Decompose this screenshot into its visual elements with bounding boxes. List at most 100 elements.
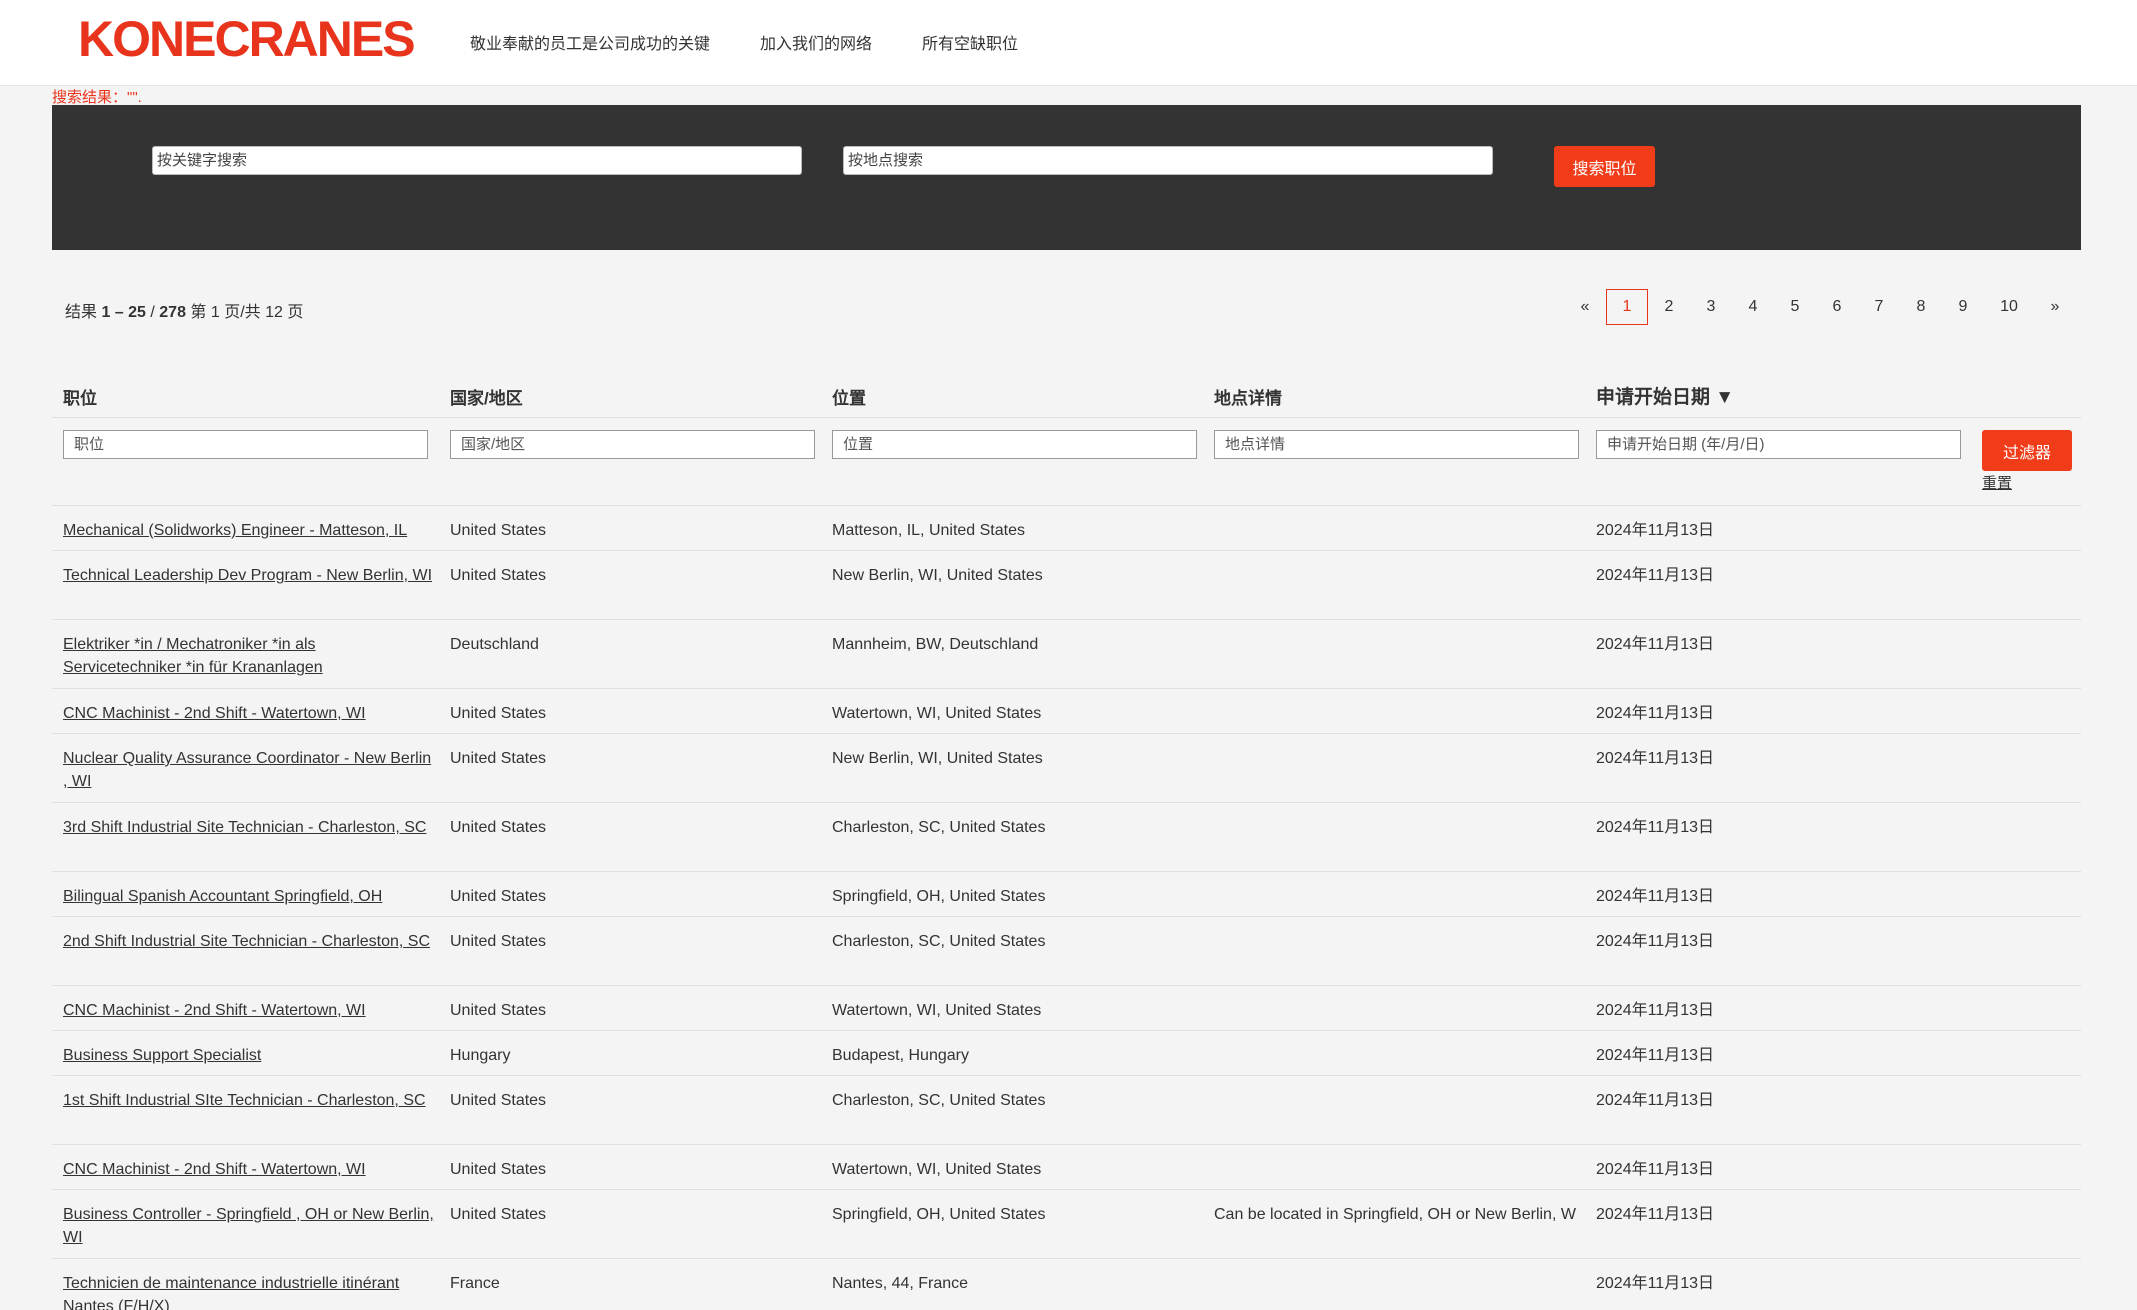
job-location: Mannheim, BW, Deutschland xyxy=(832,636,1039,653)
table-row: Technicien de maintenance industrielle i… xyxy=(52,1259,2081,1310)
pagination-prev[interactable]: « xyxy=(1570,289,1600,325)
job-start-date: 2024年11月13日 xyxy=(1596,933,1715,950)
job-location: Watertown, WI, United States xyxy=(832,705,1042,722)
summary-range: 1 – 25 xyxy=(101,304,146,321)
job-start-date: 2024年11月13日 xyxy=(1596,819,1715,836)
filter-button[interactable]: 过滤器 xyxy=(1982,430,2072,471)
pagination-page-8[interactable]: 8 xyxy=(1900,289,1942,325)
konecranes-logo[interactable]: KONECRANES xyxy=(78,14,416,64)
job-title-link[interactable]: CNC Machinist - 2nd Shift - Watertown, W… xyxy=(63,1158,438,1181)
job-title-link[interactable]: Nuclear Quality Assurance Coordinator - … xyxy=(63,747,438,793)
nav-item-employees[interactable]: 敬业奉献的员工是公司成功的关键 xyxy=(470,30,710,54)
job-country: United States xyxy=(450,888,547,905)
reset-link[interactable]: 重置 xyxy=(1982,472,2012,493)
job-title-link[interactable]: Technicien de maintenance industrielle i… xyxy=(63,1272,438,1310)
header-start-date-sorted[interactable]: 申请开始日期 ▼ xyxy=(1596,382,1896,409)
job-location: New Berlin, WI, United States xyxy=(832,750,1043,767)
header-country[interactable]: 国家/地区 xyxy=(450,384,810,409)
pagination-next[interactable]: » xyxy=(2034,289,2076,325)
location-search-input[interactable] xyxy=(843,146,1493,175)
job-country: United States xyxy=(450,933,547,950)
pagination-page-4[interactable]: 4 xyxy=(1732,289,1774,325)
nav-item-all-jobs[interactable]: 所有空缺职位 xyxy=(922,30,1018,54)
job-location-details: Can be located in Springfield, OH or New… xyxy=(1214,1206,1576,1223)
pagination-page-9[interactable]: 9 xyxy=(1942,289,1984,325)
search-jobs-button[interactable]: 搜索职位 xyxy=(1554,146,1655,187)
job-location: Springfield, OH, United States xyxy=(832,1206,1046,1223)
job-start-date: 2024年11月13日 xyxy=(1596,567,1715,584)
job-title-link[interactable]: CNC Machinist - 2nd Shift - Watertown, W… xyxy=(63,999,438,1022)
job-country: United States xyxy=(450,522,547,539)
job-country: France xyxy=(450,1275,500,1292)
job-title-link[interactable]: Technical Leadership Dev Program - New B… xyxy=(63,564,438,587)
job-title-link[interactable]: Mechanical (Solidworks) Engineer - Matte… xyxy=(63,519,438,542)
pagination-page-6[interactable]: 6 xyxy=(1816,289,1858,325)
pagination: « 1 2 3 4 5 6 7 8 9 10 » xyxy=(1570,289,2076,325)
summary-separator: / xyxy=(145,304,160,321)
job-location: Charleston, SC, United States xyxy=(832,1092,1046,1109)
job-country: United States xyxy=(450,705,547,722)
job-title-link[interactable]: 2nd Shift Industrial Site Technician - C… xyxy=(63,930,438,953)
table-header: 职位 国家/地区 位置 地点详情 申请开始日期 ▼ xyxy=(52,372,2081,418)
job-start-date: 2024年11月13日 xyxy=(1596,1161,1715,1178)
table-row: Nuclear Quality Assurance Coordinator - … xyxy=(52,734,2081,803)
job-start-date: 2024年11月13日 xyxy=(1596,1275,1715,1292)
job-start-date: 2024年11月13日 xyxy=(1596,1092,1715,1109)
job-country: Deutschland xyxy=(450,636,539,653)
job-country: United States xyxy=(450,1002,547,1019)
filter-location-input[interactable] xyxy=(832,430,1197,459)
filter-country-input[interactable] xyxy=(450,430,815,459)
table-row: Business Support Specialist Hungary Buda… xyxy=(52,1031,2081,1076)
job-country: Hungary xyxy=(450,1047,511,1064)
pagination-page-1[interactable]: 1 xyxy=(1606,289,1648,325)
job-title-link[interactable]: CNC Machinist - 2nd Shift - Watertown, W… xyxy=(63,702,438,725)
job-location: Springfield, OH, United States xyxy=(832,888,1046,905)
job-start-date: 2024年11月13日 xyxy=(1596,1047,1715,1064)
summary-total: 278 xyxy=(159,304,186,321)
pagination-page-3[interactable]: 3 xyxy=(1690,289,1732,325)
table-row: CNC Machinist - 2nd Shift - Watertown, W… xyxy=(52,986,2081,1031)
job-start-date: 2024年11月13日 xyxy=(1596,522,1715,539)
pagination-page-10[interactable]: 10 xyxy=(1984,289,2034,325)
jobs-table: 职位 国家/地区 位置 地点详情 申请开始日期 ▼ 过滤器 重置 Mechani… xyxy=(52,372,2081,1310)
table-row: CNC Machinist - 2nd Shift - Watertown, W… xyxy=(52,1145,2081,1190)
job-title-link[interactable]: Business Support Specialist xyxy=(63,1044,438,1067)
summary-prefix: 结果 xyxy=(65,304,102,321)
job-location: Charleston, SC, United States xyxy=(832,819,1046,836)
table-row: Elektriker *in / Mechatroniker *in als S… xyxy=(52,620,2081,689)
pagination-page-5[interactable]: 5 xyxy=(1774,289,1816,325)
job-start-date: 2024年11月13日 xyxy=(1596,750,1715,767)
job-country: United States xyxy=(450,1161,547,1178)
header-title[interactable]: 职位 xyxy=(63,384,438,409)
job-title-link[interactable]: Business Controller - Springfield , OH o… xyxy=(63,1203,438,1249)
job-title-link[interactable]: Bilingual Spanish Accountant Springfield… xyxy=(63,885,438,908)
keyword-search-input[interactable] xyxy=(152,146,802,175)
job-country: United States xyxy=(450,567,547,584)
filter-row: 过滤器 重置 xyxy=(52,418,2081,506)
search-results-note: 搜索结果："". xyxy=(52,89,142,106)
job-start-date: 2024年11月13日 xyxy=(1596,1206,1715,1223)
filter-title-input[interactable] xyxy=(63,430,428,459)
job-start-date: 2024年11月13日 xyxy=(1596,636,1715,653)
table-row: CNC Machinist - 2nd Shift - Watertown, W… xyxy=(52,689,2081,734)
table-row: Mechanical (Solidworks) Engineer - Matte… xyxy=(52,506,2081,551)
site-header: KONECRANES 敬业奉献的员工是公司成功的关键 加入我们的网络 所有空缺职… xyxy=(0,0,2137,86)
job-country: United States xyxy=(450,750,547,767)
job-start-date: 2024年11月13日 xyxy=(1596,705,1715,722)
pagination-page-2[interactable]: 2 xyxy=(1648,289,1690,325)
job-location: Watertown, WI, United States xyxy=(832,1002,1042,1019)
filter-start-date-input[interactable] xyxy=(1596,430,1961,459)
job-title-link[interactable]: 3rd Shift Industrial Site Technician - C… xyxy=(63,816,438,839)
job-location: Watertown, WI, United States xyxy=(832,1161,1042,1178)
header-location-details[interactable]: 地点详情 xyxy=(1214,384,1579,409)
job-country: United States xyxy=(450,1092,547,1109)
job-title-link[interactable]: 1st Shift Industrial SIte Technician - C… xyxy=(63,1089,438,1112)
nav-item-join-network[interactable]: 加入我们的网络 xyxy=(760,30,872,54)
job-location: Budapest, Hungary xyxy=(832,1047,969,1064)
table-row: 3rd Shift Industrial Site Technician - C… xyxy=(52,803,2081,872)
pagination-page-7[interactable]: 7 xyxy=(1858,289,1900,325)
job-title-link[interactable]: Elektriker *in / Mechatroniker *in als S… xyxy=(63,633,438,679)
filter-location-details-input[interactable] xyxy=(1214,430,1579,459)
header-location[interactable]: 位置 xyxy=(832,384,1192,409)
table-row: 2nd Shift Industrial Site Technician - C… xyxy=(52,917,2081,986)
